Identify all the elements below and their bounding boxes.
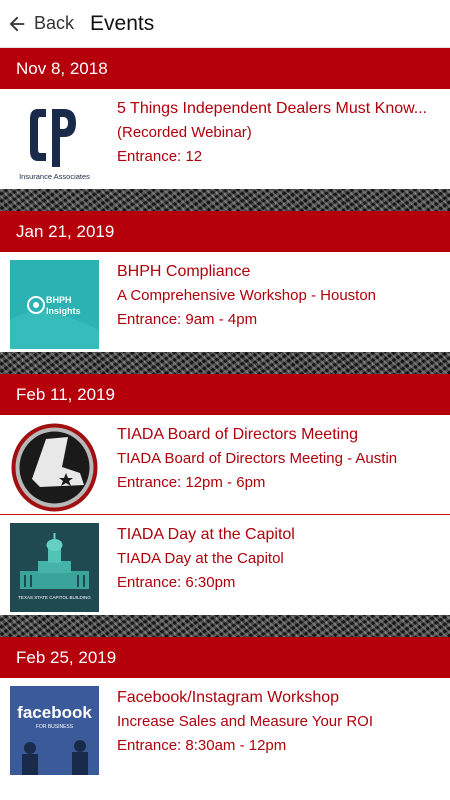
event-item[interactable]: facebook FOR BUSINESS Facebook/Instagram… <box>0 678 450 778</box>
bhph-insights-logo: BHPH Insights <box>10 260 99 349</box>
event-item[interactable]: Insurance Associates 5 Things Independen… <box>0 89 450 189</box>
section-divider <box>0 352 450 374</box>
back-label: Back <box>34 13 75 33</box>
logo-text-top: BHPH <box>46 295 72 305</box>
event-thumbnail: Insurance Associates <box>10 97 99 186</box>
section-divider <box>0 189 450 211</box>
logo-text-top: facebook <box>17 703 92 722</box>
arrow-left-icon <box>9 16 25 31</box>
event-entrance: Entrance: 8:30am - 12pm <box>117 737 287 754</box>
capitol-building-image: TEXAS STATE CAPITOL BUILDING <box>10 523 99 612</box>
image-caption: TEXAS STATE CAPITOL BUILDING <box>18 595 91 600</box>
event-subtitle: Increase Sales and Measure Your ROI <box>117 713 373 730</box>
event-entrance: Entrance: 12pm - 6pm <box>117 474 266 491</box>
event-subtitle: A Comprehensive Workshop - Houston <box>117 287 377 304</box>
event-item[interactable]: TEXAS STATE CAPITOL BUILDING TIADA Day a… <box>0 515 450 615</box>
event-subtitle: TIADA Board of Directors Meeting - Austi… <box>117 450 398 467</box>
event-thumbnail: TEXAS STATE CAPITOL BUILDING <box>10 523 99 612</box>
date-header: Nov 8, 2018 <box>0 48 450 89</box>
date-header: Feb 25, 2019 <box>0 637 450 678</box>
event-title: TIADA Day at the Capitol <box>117 526 295 543</box>
facebook-logo: facebook FOR BUSINESS <box>10 686 99 775</box>
page-title: Events <box>90 11 155 35</box>
event-subtitle: TIADA Day at the Capitol <box>117 550 284 567</box>
logo-text-bottom: Insights <box>46 306 81 316</box>
tiada-logo <box>10 423 99 512</box>
event-thumbnail: BHPH Insights <box>10 260 99 349</box>
event-entrance: Entrance: 12 <box>117 148 203 165</box>
event-item[interactable]: TIADA Board of Directors Meeting TIADA B… <box>0 415 450 515</box>
event-title: Facebook/Instagram Workshop <box>117 689 340 706</box>
event-title: BHPH Compliance <box>117 263 251 280</box>
event-entrance: Entrance: 6:30pm <box>117 574 236 591</box>
app-bar: Back Events <box>0 0 450 48</box>
logo-caption: Insurance Associates <box>19 172 90 181</box>
date-header: Jan 21, 2019 <box>0 211 450 252</box>
event-subtitle: (Recorded Webinar) <box>117 124 252 141</box>
logo-text-bottom: FOR BUSINESS <box>36 724 74 730</box>
event-item[interactable]: BHPH Insights BHPH Compliance A Comprehe… <box>0 252 450 352</box>
date-header: Feb 11, 2019 <box>0 374 450 415</box>
insurance-associates-logo: Insurance Associates <box>10 97 99 186</box>
section-divider <box>0 615 450 637</box>
events-list: Nov 8, 2018 Insurance Associates 5 Thing… <box>0 48 450 778</box>
event-title: 5 Things Independent Dealers Must Know..… <box>117 100 428 117</box>
event-thumbnail: facebook FOR BUSINESS <box>10 686 99 775</box>
back-button[interactable]: Back <box>0 0 82 48</box>
event-title: TIADA Board of Directors Meeting <box>117 426 358 443</box>
event-entrance: Entrance: 9am - 4pm <box>117 311 258 328</box>
event-thumbnail <box>10 423 99 512</box>
